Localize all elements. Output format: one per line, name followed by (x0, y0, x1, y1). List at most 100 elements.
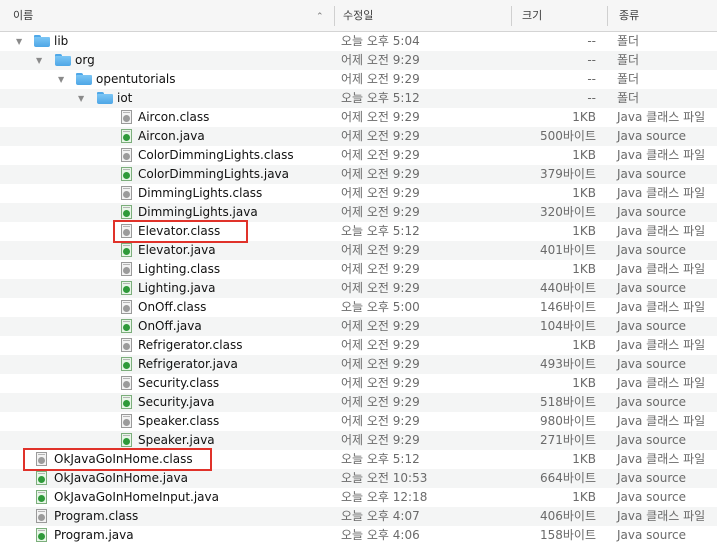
item-kind: Java 클래스 파일 (617, 186, 706, 200)
java-file-icon (121, 357, 132, 371)
folder-row[interactable]: ▼ opentutorials 어제 오전 9:29 -- 폴더 (0, 70, 717, 89)
item-name: lib (54, 34, 69, 48)
java-file-icon (121, 129, 132, 143)
item-kind: Java source (617, 205, 687, 219)
folder-row[interactable]: ▼ org 어제 오전 9:29 -- 폴더 (0, 51, 717, 70)
file-row[interactable]: Lighting.java 어제 오전 9:29 440바이트 Java source (0, 279, 717, 298)
item-name: Refrigerator.java (138, 357, 238, 371)
file-row[interactable]: OnOff.java 어제 오전 9:29 104바이트 Java source (0, 317, 717, 336)
item-name: DimmingLights.class (138, 186, 263, 200)
file-row[interactable]: Aircon.class 어제 오전 9:29 1KB Java 클래스 파일 (0, 108, 717, 127)
file-row[interactable]: OnOff.class 오늘 오후 5:00 146바이트 Java 클래스 파일 (0, 298, 717, 317)
item-name: Program.class (54, 509, 139, 523)
java-file-icon (121, 319, 132, 333)
java-file-icon (36, 528, 47, 542)
file-row[interactable]: OkJavaGoInHomeInput.java 오늘 오후 12:18 1KB Ja… (0, 488, 717, 507)
file-row[interactable]: ColorDimmingLights.class 어제 오전 9:29 1KB Jav… (0, 146, 717, 165)
file-row[interactable]: Elevator.class 오늘 오후 5:12 1KB Java 클래스 파일 (0, 222, 717, 241)
item-modified-date: 어제 오전 9:29 (341, 243, 420, 257)
item-modified-date: 어제 오전 9:29 (341, 129, 420, 143)
item-kind: Java 클래스 파일 (617, 148, 706, 162)
item-modified-date: 어제 오전 9:29 (341, 110, 420, 124)
item-size: 401바이트 (539, 243, 596, 257)
folder-icon (34, 35, 50, 47)
item-modified-date: 어제 오전 9:29 (341, 262, 420, 276)
item-size: 1KB (572, 262, 596, 276)
column-header: 이름 ⌃ 수정일 크기 종류 (0, 0, 717, 32)
item-modified-date: 오늘 오후 5:00 (341, 300, 420, 314)
item-size: 1KB (572, 186, 596, 200)
item-kind: Java source (617, 357, 687, 371)
file-row[interactable]: ColorDimmingLights.java 어제 오전 9:29 379바이트 J… (0, 165, 717, 184)
class-file-icon (36, 509, 47, 523)
folder-row[interactable]: ▼ lib 오늘 오후 5:04 -- 폴더 (0, 32, 717, 51)
file-row[interactable]: OkJavaGoInHome.class 오늘 오후 5:12 1KB Java 클래… (0, 450, 717, 469)
disclosure-triangle-icon[interactable]: ▼ (16, 32, 22, 51)
item-modified-date: 오늘 오후 12:18 (341, 490, 428, 504)
item-kind: Java source (617, 528, 687, 542)
column-name-header[interactable]: 이름 (13, 0, 33, 32)
item-name: Lighting.java (138, 281, 216, 295)
item-kind: Java source (617, 433, 687, 447)
item-size: 493바이트 (539, 357, 596, 371)
item-kind: Java 클래스 파일 (617, 376, 706, 390)
file-row[interactable]: Program.class 오늘 오후 4:07 406바이트 Java 클래스 파일 (0, 507, 717, 526)
item-kind: Java 클래스 파일 (617, 224, 706, 238)
disclosure-triangle-icon[interactable]: ▼ (58, 70, 64, 89)
column-divider[interactable] (511, 6, 512, 26)
column-divider[interactable] (607, 6, 608, 26)
sort-ascending-icon[interactable]: ⌃ (316, 0, 324, 34)
item-size: -- (587, 34, 596, 48)
file-row[interactable]: Refrigerator.class 어제 오전 9:29 1KB Java 클래스 … (0, 336, 717, 355)
class-file-icon (121, 338, 132, 352)
item-modified-date: 어제 오전 9:29 (341, 414, 420, 428)
item-modified-date: 어제 오전 9:29 (341, 205, 420, 219)
item-kind: Java 클래스 파일 (617, 110, 706, 124)
file-row[interactable]: DimmingLights.java 어제 오전 9:29 320바이트 Java s… (0, 203, 717, 222)
column-divider[interactable] (334, 6, 335, 26)
java-file-icon (121, 205, 132, 219)
item-kind: Java 클래스 파일 (617, 300, 706, 314)
file-row[interactable]: Speaker.class 어제 오전 9:29 980바이트 Java 클래스 파일 (0, 412, 717, 431)
folder-icon (55, 54, 71, 66)
item-modified-date: 오늘 오후 5:04 (341, 34, 420, 48)
file-row[interactable]: Lighting.class 어제 오전 9:29 1KB Java 클래스 파일 (0, 260, 717, 279)
item-modified-date: 오늘 오후 4:06 (341, 528, 420, 542)
file-row[interactable]: Aircon.java 어제 오전 9:29 500바이트 Java source (0, 127, 717, 146)
file-row[interactable]: Elevator.java 어제 오전 9:29 401바이트 Java source (0, 241, 717, 260)
file-row[interactable]: Security.class 어제 오전 9:29 1KB Java 클래스 파일 (0, 374, 717, 393)
file-row[interactable]: Program.java 오늘 오후 4:06 158바이트 Java source (0, 526, 717, 545)
item-modified-date: 어제 오전 9:29 (341, 148, 420, 162)
class-file-icon (121, 110, 132, 124)
item-name: Elevator.class (138, 224, 221, 238)
folder-row[interactable]: ▼ iot 오늘 오후 5:12 -- 폴더 (0, 89, 717, 108)
disclosure-triangle-icon[interactable]: ▼ (78, 89, 84, 108)
item-modified-date: 어제 오전 9:29 (341, 281, 420, 295)
item-size: 980바이트 (539, 414, 596, 428)
file-row[interactable]: Refrigerator.java 어제 오전 9:29 493바이트 Java so… (0, 355, 717, 374)
column-kind-header[interactable]: 종류 (619, 0, 639, 32)
item-name: OnOff.class (138, 300, 207, 314)
file-row[interactable]: Speaker.java 어제 오전 9:29 271바이트 Java source (0, 431, 717, 450)
item-kind: Java 클래스 파일 (617, 262, 706, 276)
class-file-icon (121, 376, 132, 390)
column-size-header[interactable]: 크기 (522, 0, 542, 32)
class-file-icon (121, 224, 132, 238)
item-name: Aircon.java (138, 129, 205, 143)
file-row[interactable]: OkJavaGoInHome.java 오늘 오전 10:53 664바이트 Java… (0, 469, 717, 488)
disclosure-triangle-icon[interactable]: ▼ (36, 51, 42, 70)
item-name: Speaker.class (138, 414, 220, 428)
item-kind: Java source (617, 319, 687, 333)
item-name: iot (117, 91, 133, 105)
item-kind: Java 클래스 파일 (617, 338, 706, 352)
file-row[interactable]: Security.java 어제 오전 9:29 518바이트 Java source (0, 393, 717, 412)
item-size: 1KB (572, 452, 596, 466)
column-modified-header[interactable]: 수정일 (343, 0, 373, 32)
item-size: 1KB (572, 338, 596, 352)
item-size: 146바이트 (539, 300, 596, 314)
item-name: Lighting.class (138, 262, 221, 276)
item-name: OkJavaGoInHomeInput.java (54, 490, 219, 504)
item-modified-date: 오늘 오후 4:07 (341, 509, 420, 523)
file-row[interactable]: DimmingLights.class 어제 오전 9:29 1KB Java 클래스… (0, 184, 717, 203)
item-name: OkJavaGoInHome.class (54, 452, 193, 466)
